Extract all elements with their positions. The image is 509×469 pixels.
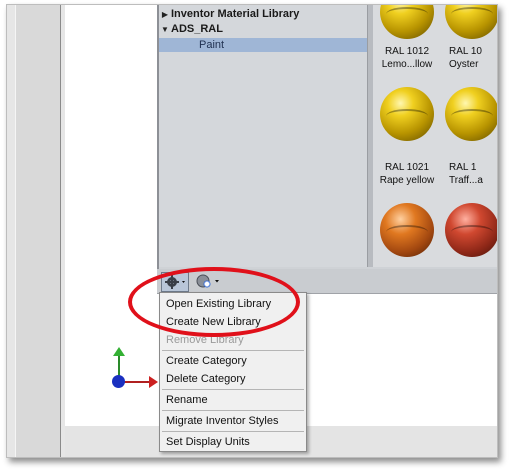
material-sphere[interactable] bbox=[380, 5, 434, 39]
material-sphere[interactable] bbox=[380, 87, 434, 141]
origin-point bbox=[112, 375, 125, 388]
tree-item-label: ADS_RAL bbox=[171, 23, 223, 35]
swatch-code: RAL 10 bbox=[449, 46, 482, 57]
menu-item-delete-category[interactable]: Delete Category bbox=[160, 370, 306, 388]
swatch-ral-1012[interactable]: RAL 1012 Lemo...llow bbox=[377, 45, 437, 71]
highlight-annotation-ellipse bbox=[128, 267, 300, 337]
menu-item-migrate-inventor-styles[interactable]: Migrate Inventor Styles bbox=[160, 412, 306, 430]
swatch-ral-1[interactable]: RAL 1 Traff...a bbox=[441, 161, 497, 187]
swatch-code: RAL 1021 bbox=[384, 162, 430, 173]
menu-item-set-display-units[interactable]: Set Display Units bbox=[160, 433, 306, 451]
model-browser-panel bbox=[15, 5, 61, 457]
material-sphere[interactable] bbox=[445, 203, 497, 257]
screenshot-frame: ▶ Inventor Material Library ▼ ADS_RAL Pain… bbox=[6, 4, 498, 458]
swatch-ral-10[interactable]: RAL 10 Oyster bbox=[441, 45, 497, 71]
menu-separator bbox=[162, 410, 304, 411]
y-axis-arrow bbox=[113, 347, 125, 356]
expand-arrow-icon[interactable]: ▶ bbox=[159, 8, 171, 22]
tree-item-inventor-material-library[interactable]: ▶ Inventor Material Library bbox=[159, 7, 367, 21]
tree-item-label: Paint bbox=[199, 39, 225, 51]
menu-item-create-category[interactable]: Create Category bbox=[160, 352, 306, 370]
library-tree: ▶ Inventor Material Library ▼ ADS_RAL Pain… bbox=[159, 5, 367, 267]
material-sphere[interactable] bbox=[445, 5, 497, 39]
tree-item-paint[interactable]: Paint bbox=[159, 38, 367, 52]
swatch-name: Lemo...llow bbox=[381, 59, 433, 70]
tree-item-ads-ral[interactable]: ▼ ADS_RAL bbox=[159, 22, 367, 36]
collapse-arrow-icon[interactable]: ▼ bbox=[159, 23, 171, 37]
material-sphere[interactable] bbox=[445, 87, 497, 141]
material-sphere[interactable] bbox=[380, 203, 434, 257]
swatch-grid: RAL 1012 Lemo...llow RAL 10 Oyster RAL 1… bbox=[373, 5, 497, 267]
swatch-name: Oyster bbox=[449, 59, 479, 70]
swatch-name: Traff...a bbox=[449, 175, 483, 186]
x-axis-arrow bbox=[149, 376, 158, 388]
material-browser: ▶ Inventor Material Library ▼ ADS_RAL Pain… bbox=[157, 5, 497, 271]
swatch-name: Rape yellow bbox=[379, 175, 435, 186]
tree-item-label: Inventor Material Library bbox=[171, 8, 300, 20]
swatch-code: RAL 1 bbox=[449, 162, 477, 173]
menu-separator bbox=[162, 389, 304, 390]
menu-separator bbox=[162, 350, 304, 351]
menu-separator bbox=[162, 431, 304, 432]
swatch-code: RAL 1012 bbox=[384, 46, 430, 57]
swatch-ral-1021[interactable]: RAL 1021 Rape yellow bbox=[377, 161, 437, 187]
menu-item-rename[interactable]: Rename bbox=[160, 391, 306, 409]
left-pane bbox=[7, 5, 65, 457]
